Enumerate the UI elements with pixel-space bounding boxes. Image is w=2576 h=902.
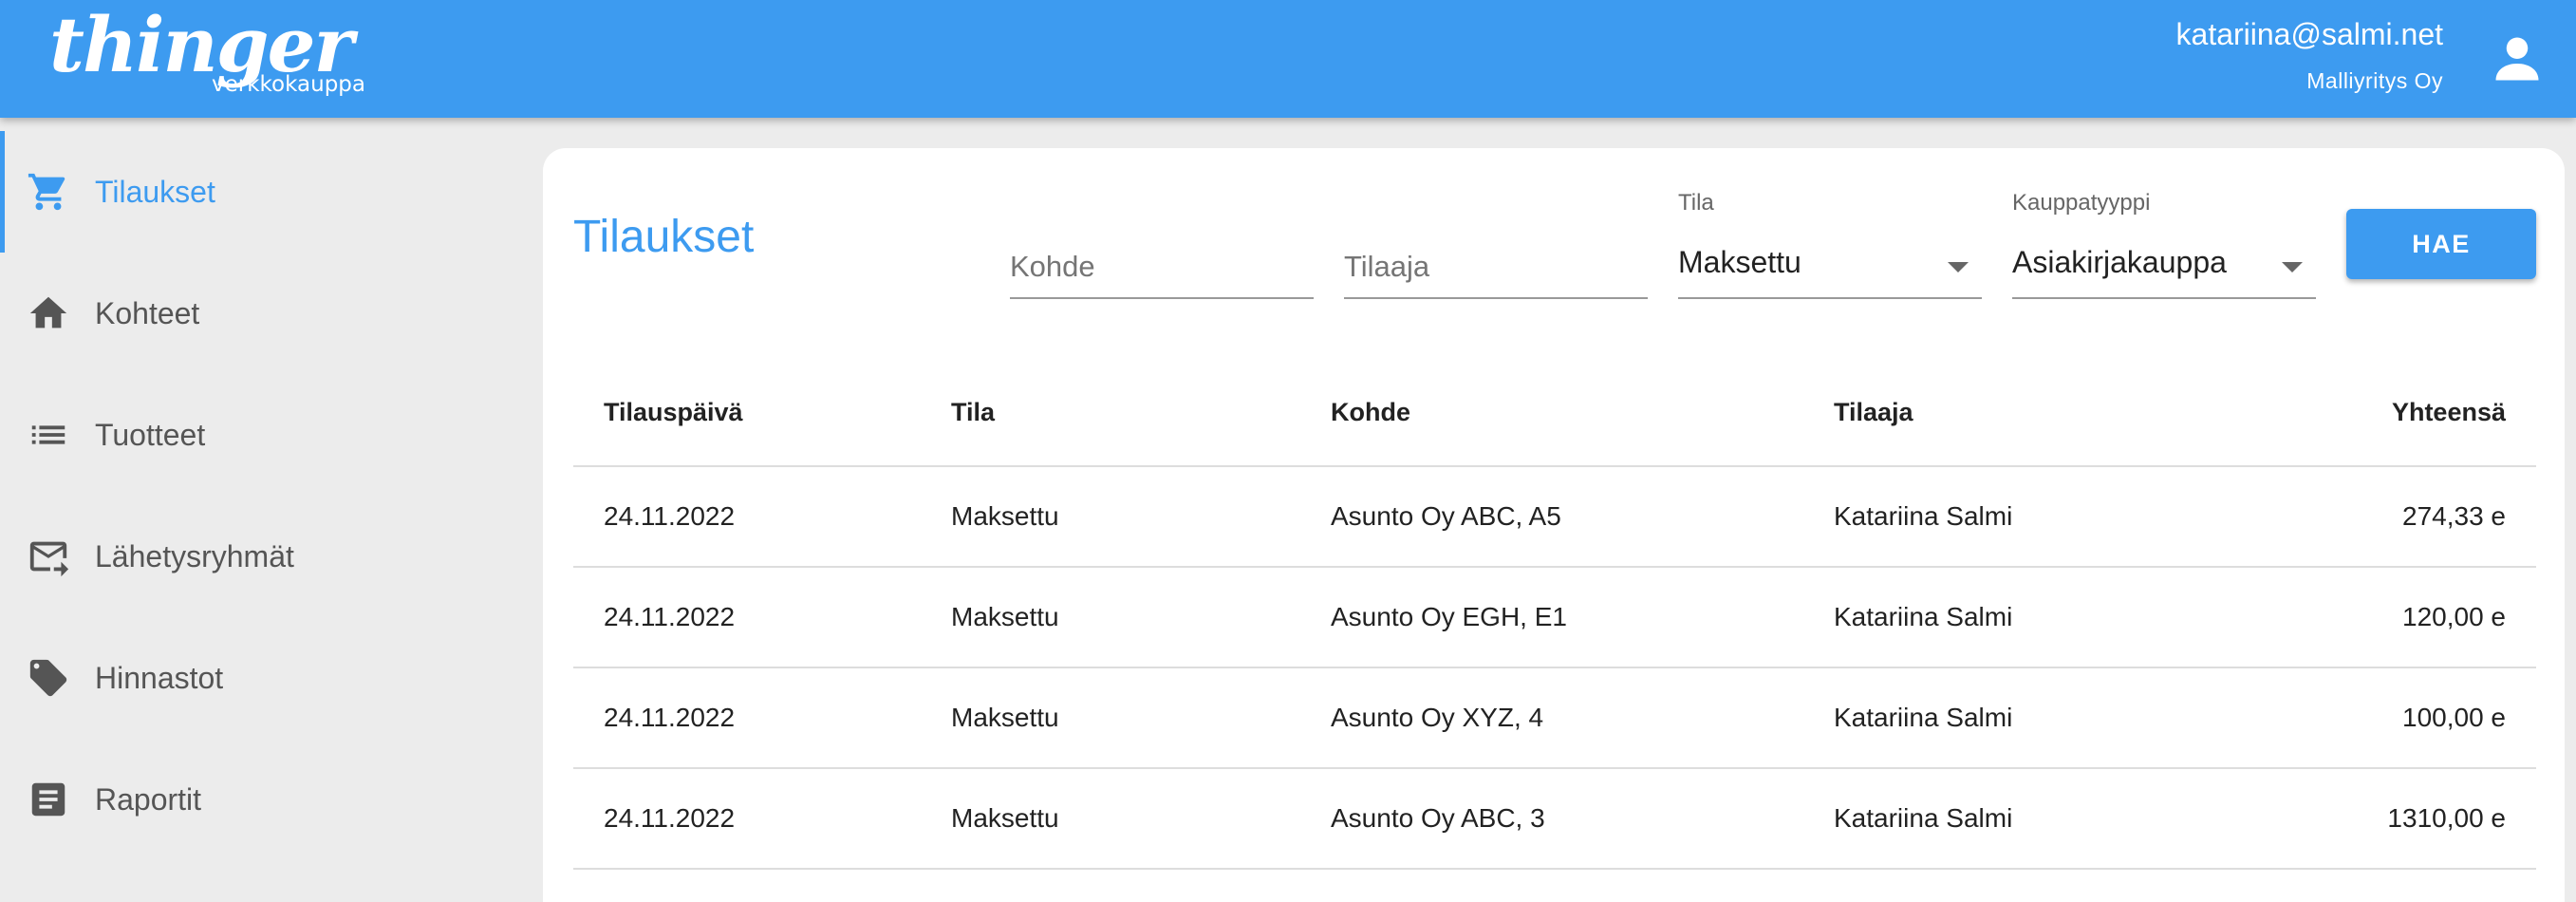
sidebar: Tilaukset Kohteet Tuotteet Lähetysryhmät… xyxy=(0,118,541,902)
order-customer: Katariina Salmi xyxy=(1834,703,2013,732)
order-status: Maksettu xyxy=(951,602,1059,631)
sidebar-item-tuotteet[interactable]: Tuotteet xyxy=(0,374,541,496)
table-row[interactable]: 24.11.2022 Maksettu Asunto Oy ABC, 3 Kat… xyxy=(573,769,2536,870)
sidebar-item-label: Lähetysryhmät xyxy=(95,538,294,573)
order-status: Maksettu xyxy=(951,703,1059,732)
page-title: Tilaukset xyxy=(573,212,755,262)
tila-select[interactable]: Tila Maksettu xyxy=(1678,190,1982,299)
tilaaja-input[interactable] xyxy=(1344,243,1648,291)
tila-label: Tila xyxy=(1678,190,1714,216)
sidebar-item-label: Tilaukset xyxy=(95,174,215,209)
logo-subtitle: verkkokauppa xyxy=(212,72,365,97)
sidebar-item-tilaukset[interactable]: Tilaukset xyxy=(0,131,541,253)
tag-icon xyxy=(29,659,67,697)
order-customer: Katariina Salmi xyxy=(1834,602,2013,631)
home-icon xyxy=(29,296,67,329)
tila-value: Maksettu xyxy=(1678,245,1801,279)
cart-icon xyxy=(28,173,65,211)
kohde-filter xyxy=(1010,190,1314,299)
sidebar-item-hinnastot[interactable]: Hinnastot xyxy=(0,617,541,739)
kauppatyyppi-value: Asiakirjakauppa xyxy=(2012,245,2227,279)
order-total: 1310,00 e xyxy=(2387,803,2506,833)
kauppatyyppi-select[interactable]: Kauppatyyppi Asiakirjakauppa xyxy=(2012,190,2316,299)
order-total: 274,33 e xyxy=(2402,501,2506,531)
column-header[interactable]: Tilauspäivä xyxy=(604,359,743,465)
user-email: katariina@salmi.net xyxy=(2175,17,2443,51)
tilaaja-filter xyxy=(1344,190,1648,299)
orders-card: Tilaukset Tila Maksettu Kauppatyyppi Asi… xyxy=(543,148,2565,902)
order-customer: Katariina Salmi xyxy=(1834,501,2013,531)
dropdown-arrow-icon xyxy=(2282,262,2303,272)
kohde-input[interactable] xyxy=(1010,243,1314,291)
sidebar-item-kohteet[interactable]: Kohteet xyxy=(0,253,541,374)
column-header[interactable]: Tilaaja xyxy=(1834,359,1913,465)
order-customer: Katariina Salmi xyxy=(1834,803,2013,833)
report-icon xyxy=(31,782,65,817)
order-target: Asunto Oy ABC, 3 xyxy=(1331,803,1545,833)
order-target: Asunto Oy XYZ, 4 xyxy=(1331,703,1544,732)
order-date: 24.11.2022 xyxy=(604,602,736,631)
search-button[interactable]: HAE xyxy=(2346,209,2536,279)
mail-send-icon xyxy=(29,541,69,577)
list-icon xyxy=(31,425,65,444)
order-total: 100,00 e xyxy=(2402,703,2506,732)
order-date: 24.11.2022 xyxy=(604,803,736,833)
column-header[interactable]: Kohde xyxy=(1331,359,1410,465)
table-row[interactable]: 24.11.2022 Maksettu Asunto Oy EGH, E1 Ka… xyxy=(573,568,2536,668)
sidebar-item-raportit[interactable]: Raportit xyxy=(0,739,541,860)
order-target: Asunto Oy ABC, A5 xyxy=(1331,501,1561,531)
order-target: Asunto Oy EGH, E1 xyxy=(1331,602,1567,631)
table-header: Tilauspäivä Tila Kohde Tilaaja Yhteensä xyxy=(573,359,2536,467)
order-status: Maksettu xyxy=(951,501,1059,531)
sidebar-item-lahetysryhmat[interactable]: Lähetysryhmät xyxy=(0,496,541,617)
column-header[interactable]: Yhteensä xyxy=(2392,359,2506,465)
table-row[interactable]: 24.11.2022 Maksettu Asunto Oy ABC, A5 Ka… xyxy=(573,467,2536,568)
user-company: Malliyritys Oy xyxy=(2306,68,2443,93)
order-total: 120,00 e xyxy=(2402,602,2506,631)
dropdown-arrow-icon xyxy=(1948,262,1969,272)
sidebar-item-label: Kohteet xyxy=(95,295,200,330)
account-icon[interactable] xyxy=(2489,30,2546,87)
kauppatyyppi-label: Kauppatyyppi xyxy=(2012,190,2151,216)
top-app-bar: thinger verkkokauppa katariina@salmi.net… xyxy=(0,0,2576,118)
order-date: 24.11.2022 xyxy=(604,703,736,732)
table-row[interactable]: 24.11.2022 Maksettu Asunto Oy XYZ, 4 Kat… xyxy=(573,668,2536,769)
order-status: Maksettu xyxy=(951,803,1059,833)
sidebar-item-label: Hinnastot xyxy=(95,660,224,695)
sidebar-item-label: Tuotteet xyxy=(95,417,206,452)
order-date: 24.11.2022 xyxy=(604,501,736,531)
sidebar-item-label: Raportit xyxy=(95,781,202,817)
column-header[interactable]: Tila xyxy=(951,359,995,465)
